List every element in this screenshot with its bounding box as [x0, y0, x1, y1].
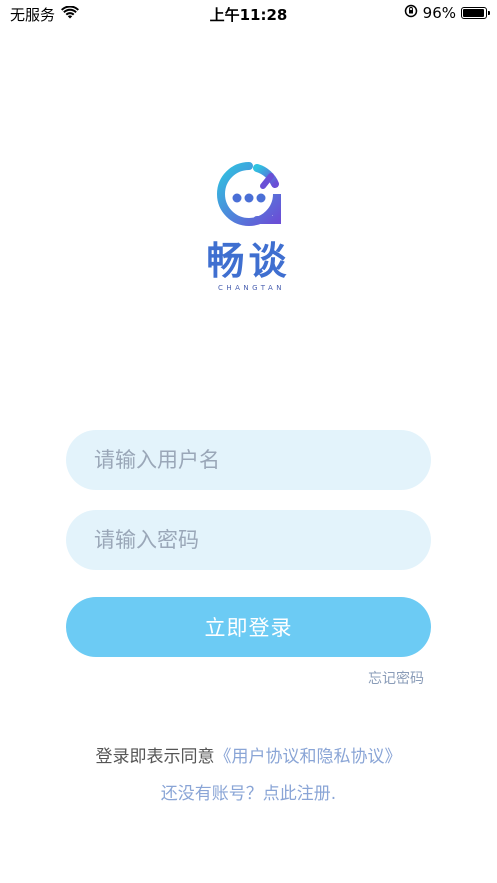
agreement-link[interactable]: 《用户协议和隐私协议》 [215, 747, 402, 767]
logo-subtitle: CHANGTAN [217, 284, 286, 292]
status-bar: 无服务 上午11:28 96% [0, 0, 497, 28]
logo-wordmark: 畅谈 [206, 239, 291, 283]
username-input[interactable] [66, 430, 431, 490]
battery-cap [488, 11, 490, 15]
app-logo: 畅谈 CHANGTAN [0, 158, 497, 292]
chat-bubble-logo-icon [213, 158, 285, 234]
forgot-password-link[interactable]: 忘记密码 [368, 668, 424, 688]
battery-percent: 96% [422, 4, 456, 22]
orientation-lock-icon [404, 4, 418, 22]
register-link[interactable]: 还没有账号？点此注册. [0, 779, 497, 804]
battery-icon [461, 7, 490, 19]
login-button[interactable]: 立即登录 [66, 597, 431, 657]
agreement-line: 登录即表示同意《用户协议和隐私协议》 [0, 742, 497, 767]
status-right: 96% [404, 4, 490, 22]
password-input[interactable] [66, 510, 431, 570]
battery-fill [463, 9, 485, 17]
agreement-prefix: 登录即表示同意 [95, 747, 215, 767]
